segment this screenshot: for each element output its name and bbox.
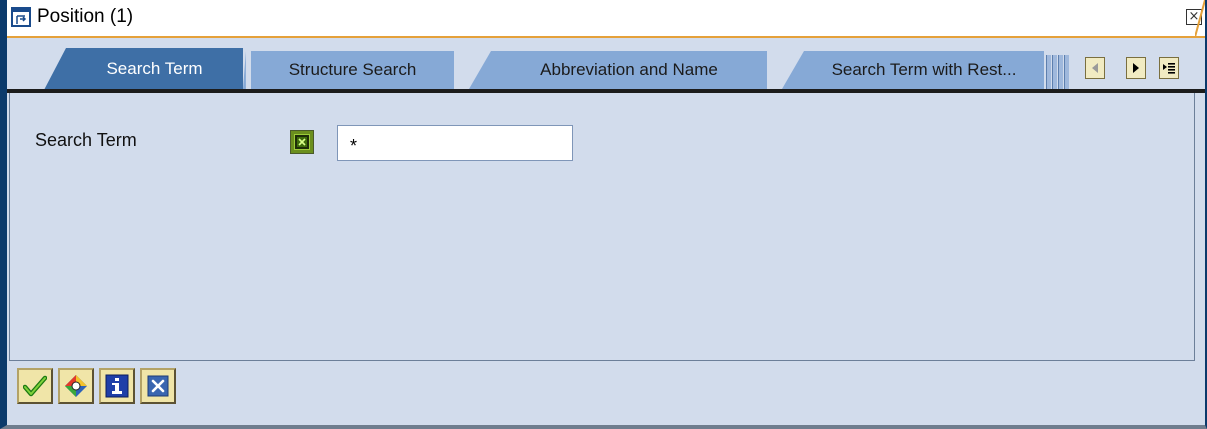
triangle-left-icon	[1092, 63, 1098, 73]
tab-structure-search[interactable]: Structure Search	[243, 51, 454, 89]
tab-abbreviation-and-name[interactable]: Abbreviation and Name	[469, 51, 767, 89]
tab-label: Abbreviation and Name	[540, 60, 718, 79]
tab-list-button[interactable]	[1159, 57, 1179, 79]
tab-label: Structure Search	[288, 60, 417, 79]
tab-scroll-right-button[interactable]	[1126, 57, 1146, 79]
tab-scroll-left-button[interactable]	[1085, 57, 1105, 79]
input-help-button[interactable]	[290, 130, 314, 154]
tab-label: Search Term with Rest...	[831, 60, 1017, 79]
tab-search-term-with-restrictions[interactable]: Search Term with Rest...	[782, 51, 1044, 89]
tab-stack-edge	[1052, 55, 1057, 89]
tab-search-term[interactable]: Search Term	[44, 48, 243, 90]
dialog-window: Position (1) × Search Term Structure Sea…	[0, 0, 1207, 429]
tab-slant-shape	[243, 51, 246, 89]
title-bar[interactable]: Position (1) ×	[7, 0, 1205, 38]
search-term-input[interactable]	[337, 125, 573, 161]
tab-content-panel	[9, 93, 1195, 361]
tab-slant-shape	[469, 51, 491, 89]
window-title: Position (1)	[37, 6, 134, 27]
triangle-right-icon	[1133, 63, 1139, 73]
continue-button[interactable]	[17, 368, 53, 404]
search-button[interactable]	[58, 368, 94, 404]
tab-slant-shape	[44, 48, 66, 90]
title-bar-corner-decoration	[1195, 0, 1205, 37]
info-icon	[105, 374, 129, 398]
tab-stack-edge	[1058, 55, 1063, 89]
tab-slant-shape	[782, 51, 804, 89]
cancel-button[interactable]	[140, 368, 176, 404]
info-button[interactable]	[99, 368, 135, 404]
tab-stack-edge	[1064, 55, 1069, 89]
diamond-search-icon	[65, 375, 87, 397]
tab-list-icon	[1163, 63, 1175, 74]
green-check-icon	[23, 375, 47, 397]
window-popup-icon	[11, 7, 31, 27]
x-icon	[147, 375, 169, 397]
tab-label: Search Term	[106, 59, 203, 78]
tab-stack-edge	[1046, 55, 1051, 89]
input-help-icon	[294, 134, 310, 150]
search-term-label: Search Term	[35, 130, 137, 150]
